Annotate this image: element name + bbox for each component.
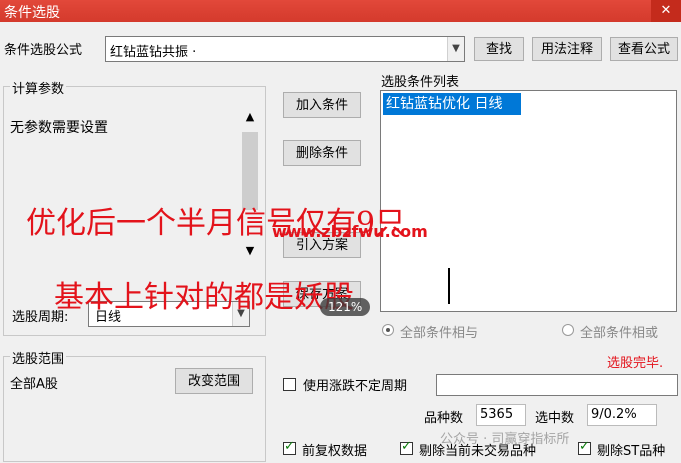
add-condition-button[interactable]: 加入条件 — [283, 92, 361, 118]
or-label: 全部条件相或 — [580, 326, 659, 341]
total-count-value: 5365 — [480, 407, 514, 422]
formula-value: 红钻蓝钻共振 · — [110, 45, 197, 60]
usage-notes-button[interactable]: 用法注释 — [532, 37, 602, 61]
selected-count-value: 9/0.2% — [591, 407, 637, 422]
overlay-caption-2: 基本上针对的都是妖股 — [54, 280, 354, 315]
pre-adjust-label: 前复权数据 — [302, 444, 368, 459]
chevron-down-icon[interactable]: ▼ — [447, 37, 464, 61]
change-scope-button[interactable]: 改变范围 — [175, 368, 253, 394]
remove-st-checkbox[interactable] — [578, 439, 591, 455]
scope-value: 全部A股 — [10, 377, 58, 392]
and-label: 全部条件相与 — [400, 326, 479, 341]
conditions-list[interactable]: 红钻蓝钻优化 日线 — [380, 90, 677, 312]
scroll-down-icon[interactable]: ▼ — [240, 244, 260, 262]
selected-count-label: 选中数 — [535, 411, 575, 426]
status-text: 选股完毕. — [607, 356, 664, 371]
params-text: 无参数需要设置 — [10, 120, 108, 136]
text-cursor — [448, 268, 450, 304]
conditions-list-label: 选股条件列表 — [381, 75, 460, 90]
title-bar: 条件选股 ✕ — [0, 0, 681, 22]
formula-label: 条件选股公式 — [4, 43, 83, 58]
total-count-label: 品种数 — [424, 411, 464, 426]
uncertain-period-label: 使用涨跌不定周期 — [303, 379, 408, 394]
remove-st-label: 剔除ST品种 — [597, 444, 666, 459]
selected-count-field: 9/0.2% — [587, 404, 657, 426]
find-button[interactable]: 查找 — [474, 37, 524, 61]
pre-adjust-checkbox[interactable] — [283, 439, 296, 455]
wechat-watermark: 公众号 · 司赢穿指标所 — [440, 432, 570, 447]
or-radio[interactable] — [562, 324, 574, 336]
watermark-text: www.zbzfwu.com — [272, 222, 428, 241]
condition-item[interactable]: 红钻蓝钻优化 日线 — [383, 93, 521, 115]
scope-legend: 选股范围 — [10, 348, 67, 367]
uncertain-period-checkbox[interactable] — [283, 378, 296, 391]
remove-untraded-checkbox[interactable] — [400, 439, 413, 455]
uncertain-period-input[interactable] — [436, 374, 678, 396]
remove-condition-button[interactable]: 删除条件 — [283, 140, 361, 166]
scroll-up-icon[interactable]: ▲ — [240, 110, 260, 128]
zoom-badge: 121% — [320, 298, 371, 316]
view-formula-button[interactable]: 查看公式 — [610, 37, 678, 61]
formula-combobox[interactable]: 红钻蓝钻共振 · ▼ — [105, 36, 465, 62]
params-legend: 计算参数 — [10, 78, 67, 97]
close-button[interactable]: ✕ — [651, 0, 681, 22]
total-count-field: 5365 — [476, 404, 526, 426]
and-radio[interactable] — [382, 324, 394, 336]
window-title: 条件选股 — [4, 5, 60, 21]
